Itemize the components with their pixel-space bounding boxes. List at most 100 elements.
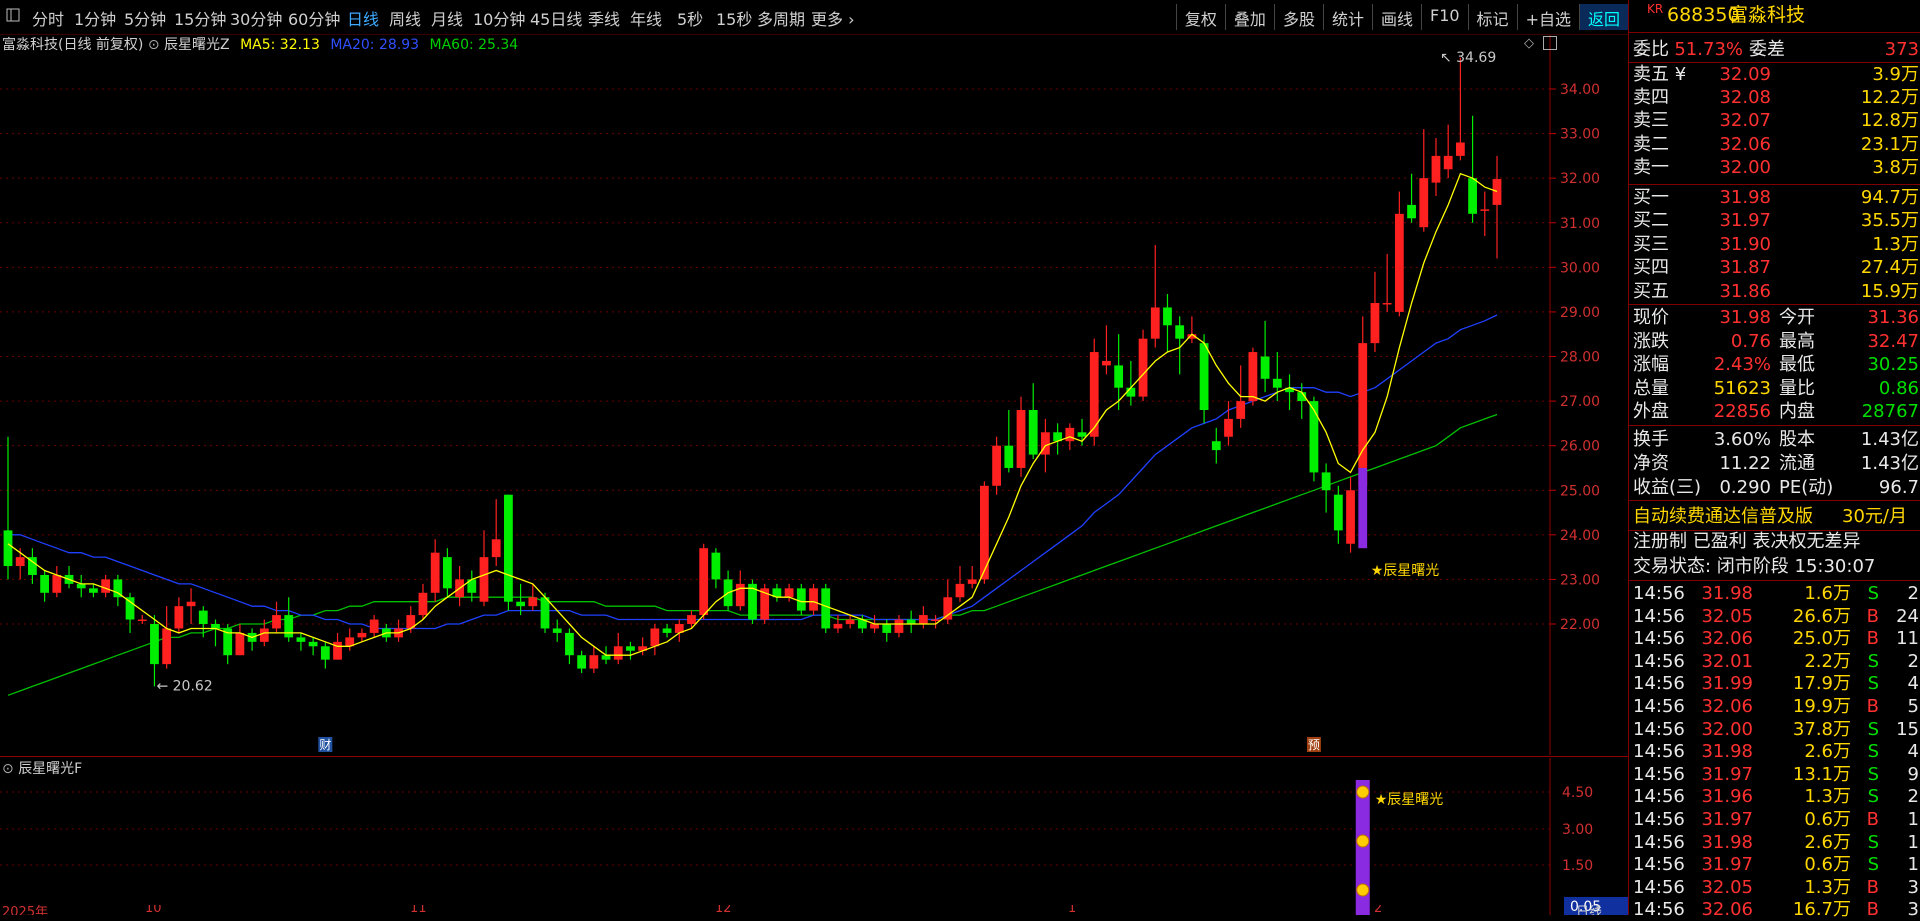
sell-price: 32.07 <box>1719 110 1771 132</box>
tick-count: 1 <box>1907 854 1919 876</box>
candle <box>40 570 50 602</box>
tick-count: 2 <box>1907 786 1919 808</box>
period-tab-0[interactable]: 分时 <box>32 6 64 30</box>
tool-button-7[interactable]: +自选 <box>1516 4 1579 30</box>
event-marker-cai[interactable]: 财 <box>319 738 331 752</box>
candle-body <box>796 588 806 611</box>
tick-price: 32.01 <box>1701 650 1753 672</box>
period-tab-8[interactable]: 月线 <box>431 6 463 30</box>
tool-button-2[interactable]: 多股 <box>1273 4 1323 30</box>
candle-body <box>1358 343 1368 486</box>
bottom-period-tab[interactable]: 日线 <box>1576 905 1602 915</box>
candle-body <box>870 624 879 629</box>
period-tab-2[interactable]: 5分钟 <box>124 6 166 30</box>
tick-volume: 26.6万 <box>1792 605 1851 627</box>
candle <box>540 592 550 633</box>
sell-label: 卖三 <box>1633 110 1669 132</box>
panel-divider <box>0 756 1628 757</box>
period-tab-5[interactable]: 60分钟 <box>288 6 340 30</box>
candle-body <box>40 574 50 593</box>
weicha-value: 373 <box>1884 39 1919 60</box>
weibi-value: 51.73% <box>1674 39 1743 60</box>
candle-body <box>125 597 135 620</box>
candle-body <box>601 655 611 660</box>
period-tab-10[interactable]: 45日线 <box>530 6 582 30</box>
candle-body <box>1443 155 1453 170</box>
buy-volume: 35.5万 <box>1860 210 1919 232</box>
candle-body <box>565 632 574 656</box>
candle-body <box>711 552 721 580</box>
tick-price: 32.05 <box>1701 876 1753 898</box>
period-tab-1[interactable]: 1分钟 <box>74 6 116 30</box>
candle <box>674 619 684 642</box>
panel-toggle-icon[interactable] <box>1543 36 1557 50</box>
tool-button-5[interactable]: F10 <box>1420 4 1468 30</box>
candle-body <box>150 624 159 665</box>
stat2-label: 换手 <box>1633 429 1669 450</box>
tick-price: 32.06 <box>1701 899 1753 921</box>
period-tab-14[interactable]: 15秒 <box>716 6 752 30</box>
candle <box>796 583 806 616</box>
layout-icon[interactable] <box>6 7 20 26</box>
buy-price: 31.87 <box>1719 257 1771 279</box>
event-marker-yu[interactable]: 预 <box>1308 738 1320 752</box>
y-tick-label: 33.00 <box>1560 127 1600 143</box>
tick-price: 31.99 <box>1701 673 1753 695</box>
tick-count: 4 <box>1907 673 1919 695</box>
diamond-icon[interactable]: ◇ <box>1524 36 1534 51</box>
tick-volume: 1.6万 <box>1804 583 1851 604</box>
candle <box>296 632 306 651</box>
period-tab-7[interactable]: 周线 <box>389 6 421 30</box>
candle <box>955 566 965 602</box>
tick-count: 11 <box>1896 628 1919 650</box>
period-tab-3[interactable]: 15分钟 <box>174 6 226 30</box>
tick-price: 32.05 <box>1701 605 1753 627</box>
tick-count: 2 <box>1907 583 1919 604</box>
sub-indicator-title[interactable]: 辰星曙光F <box>18 761 82 777</box>
period-tab-4[interactable]: 30分钟 <box>230 6 282 30</box>
indicator-dropdown-icon[interactable]: ⊙ <box>148 37 160 53</box>
sell-level-4: 卖四 32.08 12.2万 <box>1629 86 1920 109</box>
sub-indicator-chart[interactable]: 4.503.001.50★辰星曙光0.05 <box>0 758 1628 915</box>
y-tick-label: 30.00 <box>1560 260 1600 276</box>
buy-price: 31.97 <box>1719 210 1771 232</box>
candle-body <box>1333 494 1343 531</box>
candle <box>284 597 294 642</box>
tool-button-6[interactable]: 标记 <box>1467 4 1517 30</box>
indicator-name[interactable]: 辰星曙光Z <box>164 37 230 53</box>
stat2-value-2: 1.43亿 <box>1860 429 1919 450</box>
period-tab-6[interactable]: 日线 <box>347 6 379 30</box>
sub-dropdown-icon[interactable]: ⊙ <box>2 761 14 777</box>
tick-row: 14:56 32.06 25.0万 B 11 <box>1629 627 1920 650</box>
candle-body <box>687 615 696 624</box>
y-tick-label: 22.00 <box>1560 617 1600 633</box>
candle-body <box>1370 303 1380 344</box>
tick-price: 31.98 <box>1701 583 1753 604</box>
tool-button-8[interactable]: 返回 <box>1578 4 1628 30</box>
candle-body <box>1211 441 1221 451</box>
tool-button-0[interactable]: 复权 <box>1175 4 1225 30</box>
period-tab-13[interactable]: 5秒 <box>677 6 703 30</box>
period-tab-16[interactable]: 更多 › <box>811 6 855 30</box>
tick-row: 14:56 31.96 1.3万 S 2 <box>1629 785 1920 808</box>
candle-body <box>894 619 904 633</box>
candle-body <box>320 646 330 660</box>
tool-button-1[interactable]: 叠加 <box>1224 4 1274 30</box>
stat2-label-2: PE(动) <box>1779 477 1834 498</box>
period-tab-9[interactable]: 10分钟 <box>473 6 525 30</box>
candle-body <box>1346 490 1355 544</box>
tick-row: 14:56 31.97 0.6万 B 1 <box>1629 808 1920 831</box>
period-tab-15[interactable]: 多周期 <box>757 6 805 30</box>
period-tab-12[interactable]: 年线 <box>630 6 662 30</box>
tool-button-3[interactable]: 统计 <box>1322 4 1372 30</box>
candlestick-chart[interactable]: 34.00 33.00 32.00 31.00 30.00 29.00 28.00 27.00… <box>0 35 1628 755</box>
candle <box>723 570 733 611</box>
candle <box>430 539 440 602</box>
period-tab-11[interactable]: 季线 <box>588 6 620 30</box>
promo-row[interactable]: 自动续费通达信普及版 30元/月 <box>1629 505 1920 528</box>
tool-button-4[interactable]: 画线 <box>1371 4 1421 30</box>
tick-volume: 13.1万 <box>1792 763 1851 785</box>
candle-body <box>650 628 660 647</box>
tick-count: 1 <box>1907 809 1919 830</box>
candle-body <box>357 632 367 638</box>
